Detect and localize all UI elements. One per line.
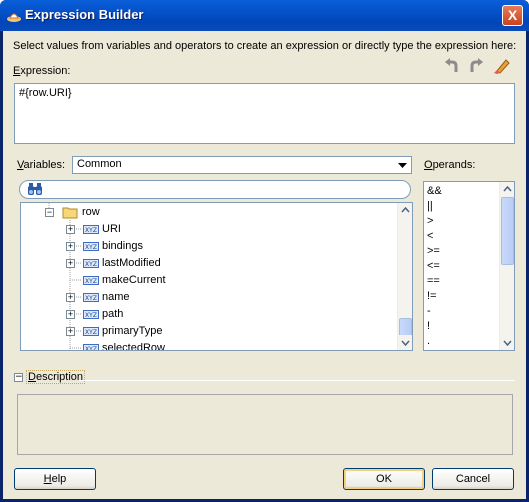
tree-node-label: makeCurrent bbox=[102, 274, 166, 286]
operands-label: Operands: bbox=[424, 159, 476, 171]
operands-vertical-scrollbar[interactable] bbox=[499, 182, 514, 350]
scroll-up-icon[interactable] bbox=[500, 182, 515, 197]
variable-type-icon: XYZ bbox=[83, 225, 99, 234]
operand-item[interactable]: <= bbox=[427, 260, 440, 272]
expand-toggle[interactable]: + bbox=[66, 310, 75, 319]
tree-node-label: lastModified bbox=[102, 257, 161, 269]
tree-node-label: path bbox=[102, 308, 124, 320]
variable-type-icon: XYZ bbox=[83, 242, 99, 251]
tree-vertical-scrollbar[interactable] bbox=[397, 203, 412, 350]
expression-label: Expression: bbox=[13, 65, 71, 77]
tree-node-label: bindings bbox=[102, 240, 143, 252]
tree-node-label: row bbox=[82, 206, 100, 218]
variable-type-icon: XYZ bbox=[83, 276, 99, 285]
variables-tree[interactable]: − row + XYZ URI + XYZ bindings + XYZ las… bbox=[20, 202, 413, 351]
close-button[interactable]: X bbox=[502, 5, 523, 26]
chevron-down-icon[interactable] bbox=[395, 158, 410, 172]
tree-node-uri[interactable]: + XYZ URI bbox=[21, 221, 399, 238]
expand-toggle[interactable]: + bbox=[66, 293, 75, 302]
tree-node-primarytype[interactable]: + XYZ primaryType bbox=[21, 323, 399, 340]
cancel-button[interactable]: Cancel bbox=[432, 468, 514, 490]
description-panel bbox=[17, 394, 513, 455]
dialog-body: Select values from variables and operato… bbox=[3, 31, 526, 499]
variable-type-icon: XYZ bbox=[83, 327, 99, 336]
variables-search-field[interactable] bbox=[19, 180, 411, 199]
description-label[interactable]: Description bbox=[26, 370, 86, 384]
variable-type-icon: XYZ bbox=[83, 293, 99, 302]
scroll-down-icon[interactable] bbox=[398, 335, 413, 350]
clear-icon[interactable] bbox=[492, 57, 510, 75]
tree-node-lastmodified[interactable]: + XYZ lastModified bbox=[21, 255, 399, 272]
instructions-text: Select values from variables and operato… bbox=[13, 40, 517, 52]
tree-node-name[interactable]: + XYZ name bbox=[21, 289, 399, 306]
tree-node-row[interactable]: − row bbox=[21, 204, 399, 221]
tree-node-label: name bbox=[102, 291, 130, 303]
collapse-toggle[interactable]: − bbox=[45, 208, 54, 217]
undo-icon[interactable] bbox=[443, 57, 461, 75]
variable-type-icon: XYZ bbox=[83, 310, 99, 319]
scroll-down-icon[interactable] bbox=[500, 335, 515, 350]
tree-node-path[interactable]: + XYZ path bbox=[21, 306, 399, 323]
expand-toggle[interactable]: + bbox=[66, 242, 75, 251]
svg-text:XYZ: XYZ bbox=[85, 244, 97, 251]
expression-input[interactable]: #{row.URI} bbox=[14, 83, 515, 144]
operand-item[interactable]: == bbox=[427, 275, 440, 287]
operand-item[interactable]: ! bbox=[427, 320, 430, 332]
help-button[interactable]: Help bbox=[14, 468, 96, 490]
operand-item[interactable]: && bbox=[427, 185, 442, 197]
title-bar[interactable]: Expression Builder X bbox=[0, 0, 529, 31]
expand-toggle[interactable]: + bbox=[66, 327, 75, 336]
svg-text:XYZ: XYZ bbox=[85, 312, 97, 319]
tree-node-label: primaryType bbox=[102, 325, 163, 337]
tree-node-selectedrow[interactable]: XYZ selectedRow bbox=[21, 340, 399, 351]
operand-item[interactable]: >= bbox=[427, 245, 440, 257]
variables-dropdown[interactable]: Common bbox=[72, 156, 412, 174]
svg-text:XYZ: XYZ bbox=[85, 261, 97, 268]
variable-type-icon: XYZ bbox=[83, 259, 99, 268]
app-icon bbox=[7, 13, 21, 22]
operand-item[interactable]: > bbox=[427, 215, 433, 227]
description-separator bbox=[79, 380, 515, 381]
redo-icon[interactable] bbox=[467, 57, 485, 75]
description-collapse-toggle[interactable]: − bbox=[14, 373, 23, 382]
operand-item[interactable]: . bbox=[427, 335, 430, 347]
variables-selected-value: Common bbox=[77, 158, 122, 170]
folder-icon bbox=[62, 207, 78, 219]
ok-button[interactable]: OK bbox=[343, 468, 425, 490]
scroll-up-icon[interactable] bbox=[398, 203, 413, 218]
operands-list[interactable]: && || > < >= <= == != - ! . bbox=[423, 181, 515, 351]
variables-label: Variables: bbox=[17, 159, 66, 171]
expand-toggle[interactable]: + bbox=[66, 225, 75, 234]
operand-item[interactable]: || bbox=[427, 200, 433, 212]
tree-node-label: selectedRow bbox=[102, 342, 165, 351]
svg-text:XYZ: XYZ bbox=[85, 227, 97, 234]
window-title: Expression Builder bbox=[25, 7, 144, 22]
tree-node-label: URI bbox=[102, 223, 121, 235]
svg-text:XYZ: XYZ bbox=[85, 329, 97, 336]
operand-item[interactable]: < bbox=[427, 230, 433, 242]
scroll-thumb[interactable] bbox=[501, 197, 514, 265]
expression-builder-window: Expression Builder X Select values from … bbox=[0, 0, 529, 502]
expand-toggle[interactable]: + bbox=[66, 259, 75, 268]
svg-text:XYZ: XYZ bbox=[85, 346, 97, 351]
variable-type-icon: XYZ bbox=[83, 344, 99, 351]
binoculars-icon bbox=[28, 183, 42, 195]
svg-text:XYZ: XYZ bbox=[85, 278, 97, 285]
tree-node-bindings[interactable]: + XYZ bindings bbox=[21, 238, 399, 255]
tree-node-makecurrent[interactable]: XYZ makeCurrent bbox=[21, 272, 399, 289]
operand-item[interactable]: - bbox=[427, 305, 431, 317]
operand-item[interactable]: != bbox=[427, 290, 436, 302]
svg-text:XYZ: XYZ bbox=[85, 295, 97, 302]
